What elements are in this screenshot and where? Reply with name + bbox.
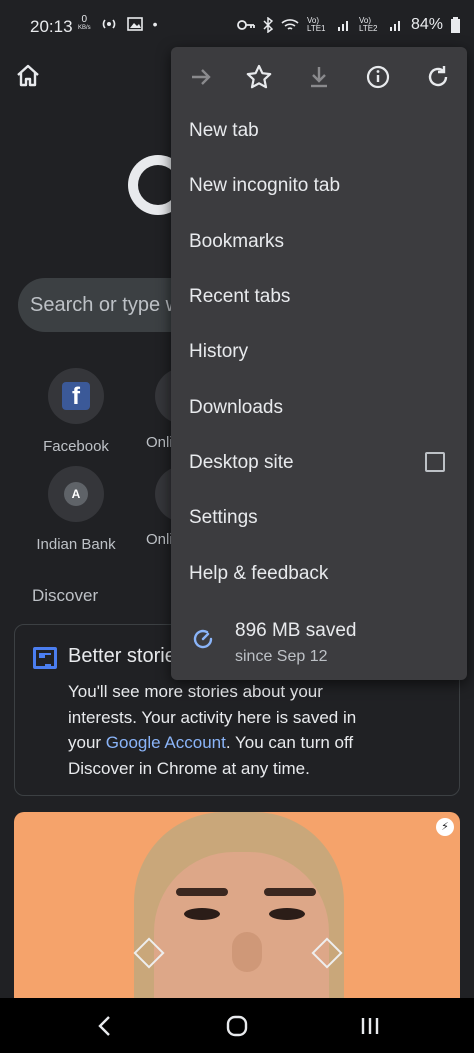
menu-item-recent-tabs[interactable]: Recent tabs — [189, 286, 290, 308]
menu-item-new-tab[interactable]: New tab — [189, 120, 259, 142]
signal-icon — [389, 21, 400, 31]
menu-item-downloads[interactable]: Downloads — [189, 397, 283, 419]
system-nav-bar — [0, 998, 474, 1053]
status-left-icons: 0 KB/s • — [78, 14, 158, 33]
tile-label: Indian Bank — [36, 536, 116, 553]
bluetooth-icon — [263, 17, 273, 33]
photo-face — [154, 852, 329, 998]
overflow-menu: New tab New incognito tab Bookmarks Rece… — [171, 47, 467, 680]
photo-eye — [269, 908, 305, 920]
dot-icon: • — [152, 16, 158, 32]
menu-item-bookmarks[interactable]: Bookmarks — [189, 231, 284, 253]
photo-brow — [176, 888, 228, 896]
letter-a-icon: A — [64, 482, 88, 506]
menu-item-new-incognito-tab[interactable]: New incognito tab — [189, 175, 340, 197]
tile-circle: f — [48, 368, 104, 424]
photo-eye — [184, 908, 220, 920]
data-saved-amount[interactable]: 896 MB saved — [235, 620, 356, 642]
hotspot-icon — [102, 19, 115, 29]
lightning-icon: ⚡ — [436, 818, 454, 836]
key-icon — [237, 20, 255, 30]
menu-item-settings[interactable]: Settings — [189, 507, 258, 529]
menu-item-history[interactable]: History — [189, 341, 248, 363]
menu-toolbar — [171, 47, 467, 105]
discover-heading: Discover — [32, 586, 99, 605]
facebook-icon: f — [62, 382, 90, 410]
recents-icon[interactable] — [355, 1012, 385, 1040]
status-time: 20:13 — [30, 17, 73, 36]
refresh-icon[interactable] — [423, 62, 453, 92]
status-right-icons: Vo) LTE1 Vo) LTE2 84% — [237, 16, 460, 34]
signal-icon — [337, 21, 348, 31]
forward-arrow-icon[interactable] — [186, 62, 216, 92]
search-placeholder: Search or type w — [30, 294, 181, 316]
gallery-icon — [126, 17, 143, 31]
battery-percent: 84% — [410, 16, 443, 33]
card-title: Better storie — [68, 645, 176, 667]
photo-nose — [232, 932, 262, 972]
menu-item-desktop-site[interactable]: Desktop site — [189, 452, 294, 474]
desktop-site-checkbox[interactable] — [425, 452, 445, 472]
home-icon[interactable] — [222, 1012, 252, 1040]
data-saved-since: since Sep 12 — [235, 648, 328, 665]
data-saver-icon — [193, 629, 213, 649]
download-icon[interactable] — [304, 62, 334, 92]
article-image-card[interactable]: ⚡ — [14, 812, 460, 998]
partial-tile-label[interactable]: Onli — [146, 434, 173, 451]
news-icon — [33, 647, 57, 669]
shortcut-tile-indian-bank[interactable]: A Indian Bank — [26, 466, 126, 553]
wifi-icon — [281, 19, 299, 30]
net-speed: 0 KB/s — [78, 14, 91, 32]
shortcut-tile-facebook[interactable]: f Facebook — [26, 368, 126, 455]
home-icon[interactable] — [14, 62, 42, 90]
back-icon[interactable] — [90, 1012, 120, 1040]
star-icon[interactable] — [244, 62, 274, 92]
info-icon[interactable] — [363, 62, 393, 92]
tile-circle: A — [48, 466, 104, 522]
lte1-label: Vo) LTE1 — [306, 16, 326, 33]
google-account-link[interactable]: Google Account — [106, 733, 226, 752]
partial-tile-label[interactable]: Onli — [146, 531, 173, 548]
status-bar: 20:13 0 KB/s • Vo) LTE1 Vo) LTE2 84% — [0, 0, 474, 52]
lte2-label: Vo) LTE2 — [358, 16, 378, 33]
photo-brow — [264, 888, 316, 896]
tile-label: Facebook — [43, 438, 109, 455]
battery-icon — [451, 17, 460, 33]
menu-item-help-feedback[interactable]: Help & feedback — [189, 563, 328, 585]
card-body: You'll see more stories about your inter… — [68, 682, 357, 778]
